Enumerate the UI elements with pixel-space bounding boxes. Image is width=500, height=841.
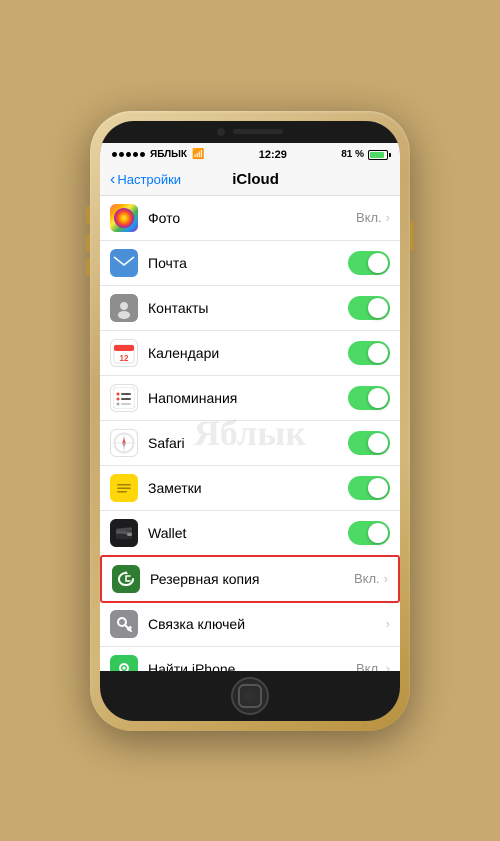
signal-dot (140, 152, 145, 157)
wallet-toggle[interactable] (348, 521, 390, 545)
settings-row-calendar[interactable]: 12 Календари (100, 331, 400, 376)
settings-section-main: Фото Вкл. › Почта (100, 196, 400, 671)
contacts-icon (110, 294, 138, 322)
findiphone-chevron-icon: › (386, 661, 390, 671)
photos-svg (113, 207, 135, 229)
findiphone-label: Найти iPhone (148, 661, 356, 671)
mail-toggle[interactable] (348, 251, 390, 275)
backup-icon (112, 565, 140, 593)
keychain-svg (113, 613, 135, 635)
settings-row-notes[interactable]: Заметки (100, 466, 400, 511)
backup-label: Резервная копия (150, 571, 354, 587)
signal-dot (119, 152, 124, 157)
reminders-toggle[interactable] (348, 386, 390, 410)
notes-toggle[interactable] (348, 476, 390, 500)
keychain-label: Связка ключей (148, 616, 386, 632)
svg-text:12: 12 (120, 354, 129, 363)
notes-svg (113, 477, 135, 499)
settings-row-reminders[interactable]: Напоминания (100, 376, 400, 421)
wallet-icon (110, 519, 138, 547)
settings-row-contacts[interactable]: Контакты (100, 286, 400, 331)
backup-svg (115, 568, 137, 590)
back-label: Настройки (117, 172, 181, 187)
wallet-svg (113, 522, 135, 544)
findiphone-icon (110, 655, 138, 671)
reminders-label: Напоминания (148, 390, 348, 406)
mail-label: Почта (148, 255, 348, 271)
contacts-toggle-knob (368, 298, 388, 318)
signal-dot (112, 152, 117, 157)
findiphone-value: Вкл. (356, 661, 382, 671)
calendar-toggle-knob (368, 343, 388, 363)
safari-icon (110, 429, 138, 457)
settings-row-safari[interactable]: Safari (100, 421, 400, 466)
settings-row-findiphone[interactable]: Найти iPhone Вкл. › (100, 647, 400, 671)
photos-icon (110, 204, 138, 232)
settings-row-wallet[interactable]: Wallet (100, 511, 400, 556)
notes-label: Заметки (148, 480, 348, 496)
photos-label: Фото (148, 210, 356, 226)
phone-frame: ЯБЛЫК 📶 12:29 81 % ‹ Настройки (90, 111, 410, 731)
backup-value: Вкл. (354, 571, 380, 586)
safari-toggle[interactable] (348, 431, 390, 455)
top-notch (100, 121, 400, 143)
home-button[interactable] (231, 677, 269, 715)
reminders-toggle-knob (368, 388, 388, 408)
photos-chevron-icon: › (386, 210, 390, 225)
calendar-icon: 12 (110, 339, 138, 367)
calendar-svg: 12 (113, 342, 135, 364)
keychain-chevron-icon: › (386, 616, 390, 631)
safari-label: Safari (148, 435, 348, 451)
keychain-icon (110, 610, 138, 638)
backup-chevron-icon: › (384, 571, 388, 586)
speaker (233, 129, 283, 134)
safari-svg (113, 432, 135, 454)
home-button-inner (238, 684, 262, 708)
notes-icon (110, 474, 138, 502)
settings-row-mail[interactable]: Почта (100, 241, 400, 286)
back-chevron-icon: ‹ (110, 171, 115, 189)
calendar-label: Календари (148, 345, 348, 361)
settings-row-keychain[interactable]: Связка ключей › (100, 602, 400, 647)
status-time: 12:29 (259, 149, 287, 161)
contacts-toggle[interactable] (348, 296, 390, 320)
phone-inner: ЯБЛЫК 📶 12:29 81 % ‹ Настройки (100, 121, 400, 721)
nav-bar: ‹ Настройки iCloud (100, 165, 400, 196)
findiphone-svg (113, 658, 135, 671)
photos-value: Вкл. (356, 210, 382, 225)
back-button[interactable]: ‹ Настройки (110, 171, 181, 189)
signal-dot (133, 152, 138, 157)
signal-indicator (112, 152, 145, 157)
wallet-toggle-knob (368, 523, 388, 543)
battery-fill (370, 152, 384, 158)
front-camera (217, 128, 225, 136)
mail-icon (110, 249, 138, 277)
notes-toggle-knob (368, 478, 388, 498)
nav-title: iCloud (181, 171, 330, 188)
wallet-label: Wallet (148, 525, 348, 541)
status-left: ЯБЛЫК 📶 (112, 149, 205, 160)
screen: ЯБЛЫК 📶 12:29 81 % ‹ Настройки (100, 121, 400, 721)
status-right: 81 % (341, 149, 388, 160)
status-bar: ЯБЛЫК 📶 12:29 81 % (100, 143, 400, 165)
battery-percent: 81 % (341, 149, 364, 160)
calendar-toggle[interactable] (348, 341, 390, 365)
settings-list: Яблык (100, 196, 400, 671)
settings-row-photos[interactable]: Фото Вкл. › (100, 196, 400, 241)
mail-toggle-knob (368, 253, 388, 273)
battery-icon (368, 150, 388, 160)
reminders-svg (113, 387, 135, 409)
safari-toggle-knob (368, 433, 388, 453)
battery-shell (368, 150, 388, 160)
carrier-label: ЯБЛЫК (150, 149, 187, 160)
reminders-icon (110, 384, 138, 412)
wifi-icon: 📶 (192, 149, 204, 160)
settings-row-backup[interactable]: Резервная копия Вкл. › (100, 555, 400, 603)
mail-svg (113, 252, 135, 274)
contacts-svg (113, 297, 135, 319)
home-button-area (100, 671, 400, 721)
contacts-label: Контакты (148, 300, 348, 316)
signal-dot (126, 152, 131, 157)
